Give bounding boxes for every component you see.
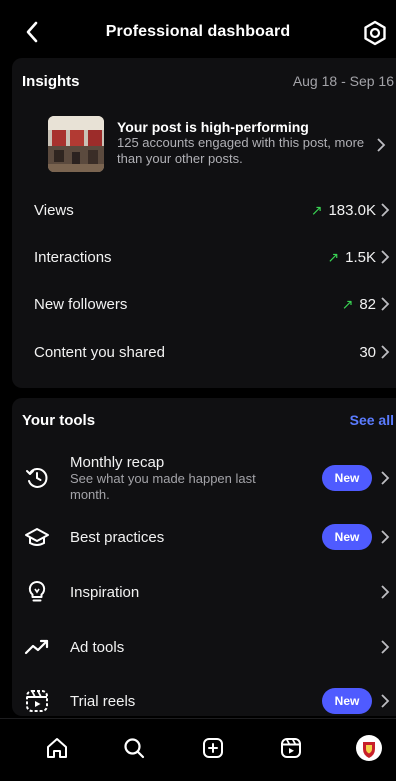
metric-row-new-followers[interactable]: New followers ↗ 82 [34,284,396,324]
tab-reels[interactable] [276,733,306,763]
reels-icon [26,690,48,712]
new-badge: New [322,465,372,491]
metric-row-views[interactable]: Views ↗ 183.0K [34,190,396,230]
home-icon [47,738,67,758]
post-thumbnail [48,116,104,172]
tools-header: Your tools See all [22,405,396,435]
metric-row-interactions[interactable]: Interactions ↗ 1.5K [34,237,396,277]
tool-best-practices[interactable]: Best practices New [24,512,396,562]
post-description: 125 accounts engaged with this post, mor… [117,135,365,166]
chevron-right-icon [381,530,390,544]
metric-value: 1.5K [345,248,376,266]
header-bar: Professional dashboard [0,0,396,64]
metric-value: 183.0K [328,201,376,219]
create-icon [203,738,223,758]
tab-home[interactable] [42,733,72,763]
tool-inspiration[interactable]: Inspiration [24,567,396,617]
metric-label: New followers [34,295,128,313]
see-all-link[interactable]: See all [350,412,394,428]
profile-avatar [356,735,382,761]
metric-value: 30 [359,343,376,361]
chevron-right-icon [381,640,390,654]
graduation-cap-icon [25,528,49,546]
new-badge: New [322,688,372,714]
tool-name: Inspiration [70,583,140,601]
tab-profile[interactable] [354,733,384,763]
metric-label: Content you shared [34,343,165,361]
tool-subtitle: See what you made happen last month. [70,470,256,502]
search-icon [124,738,145,759]
tools-heading: Your tools [22,411,96,429]
new-badge: New [322,524,372,550]
professional-dashboard-screen: Professional dashboard Insights Aug 18 -… [0,0,396,781]
chevron-right-icon [381,694,390,708]
back-icon[interactable] [22,18,44,46]
chevron-right-icon [381,471,390,485]
trend-up-icon: ↗ [310,201,323,218]
lightbulb-icon [28,580,46,602]
reels-icon [281,738,301,758]
metric-value: 82 [359,295,376,313]
insights-heading: Insights [22,72,80,90]
trend-arrow-icon [24,639,49,655]
post-text: Your post is high-performing 125 account… [117,119,367,167]
tab-create[interactable] [198,733,228,763]
tab-search[interactable] [119,733,149,763]
top-post-row[interactable]: Your post is high-performing 125 account… [48,116,396,174]
bottom-tab-bar [0,718,396,781]
metric-label: Interactions [34,248,112,266]
page-title: Professional dashboard [105,23,291,40]
metric-label: Views [34,201,74,219]
metric-row-content-shared[interactable]: Content you shared 30 [34,332,396,372]
tool-name: Ad tools [70,638,125,656]
trend-up-icon: ↗ [341,295,354,312]
chevron-right-icon [377,138,386,152]
trend-up-icon: ↗ [327,248,340,265]
chevron-right-icon [381,297,390,311]
date-range[interactable]: Aug 18 - Sep 16 [293,73,394,89]
chevron-right-icon [381,345,390,359]
chevron-right-icon [381,203,390,217]
insights-header: Insights Aug 18 - Sep 16 [22,66,396,96]
recap-icon [26,468,48,488]
post-title: Your post is high-performing [117,119,309,135]
chevron-right-icon [381,585,390,599]
chevron-right-icon [381,250,390,264]
tool-ad-tools[interactable]: Ad tools [24,622,396,672]
settings-icon[interactable] [362,20,388,46]
tool-monthly-recap[interactable]: Monthly recap See what you made happen l… [24,450,396,506]
